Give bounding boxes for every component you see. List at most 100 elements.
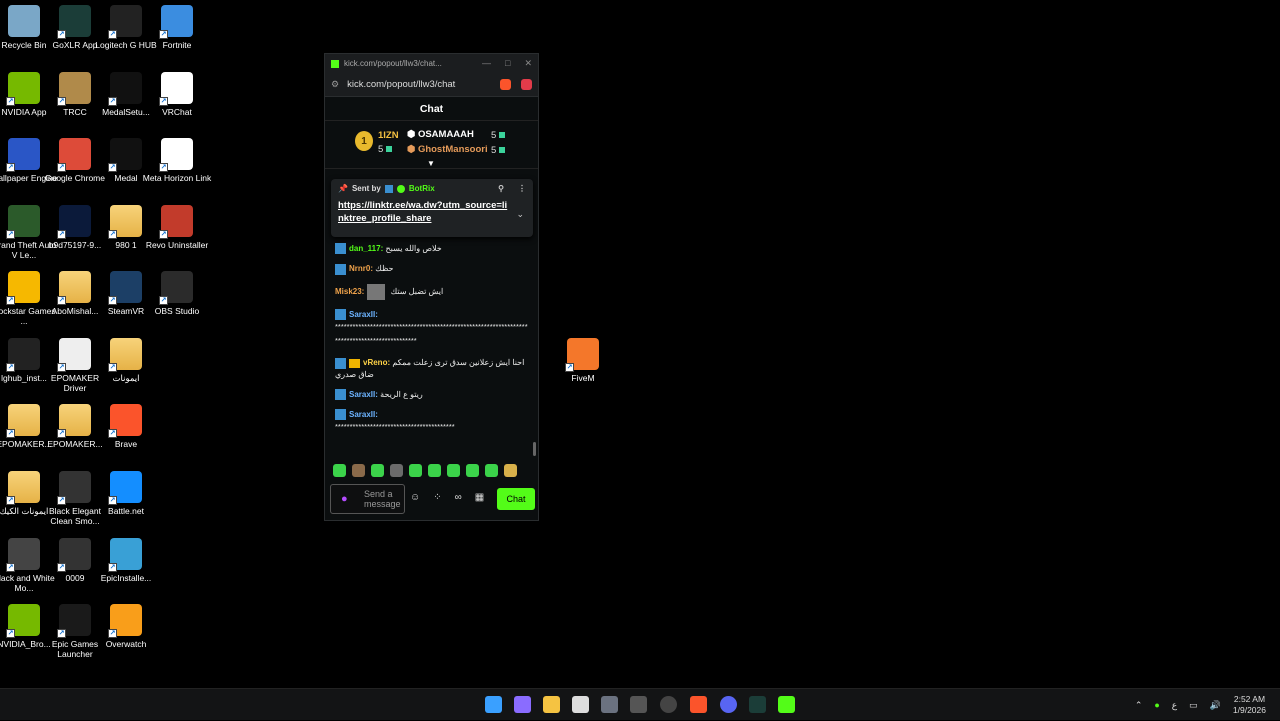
bot-badge-icon bbox=[384, 184, 393, 193]
fivem-icon: ↗ bbox=[565, 338, 599, 372]
emoji-icon[interactable]: ☺ bbox=[410, 492, 420, 503]
emote-bar bbox=[333, 464, 517, 477]
desktop-icon-epomaker-driver[interactable]: ↗ EPOMAKER Driver bbox=[49, 338, 101, 393]
desktop-icon-label: Battle.net bbox=[108, 506, 144, 516]
chat-username[interactable]: SaraxII: bbox=[349, 310, 378, 319]
network-icon[interactable]: ▭ bbox=[1189, 700, 1198, 711]
desktop-icon-fivem[interactable]: ↗ FiveM bbox=[557, 338, 609, 383]
shortcut-arrow-icon: ↗ bbox=[6, 296, 15, 305]
app-icon[interactable] bbox=[660, 696, 677, 713]
nvidia-broadcast-icon: ↗ bbox=[6, 604, 40, 638]
address-bar[interactable]: ⚙ kick.com/popout/llw3/chat bbox=[325, 73, 538, 97]
brave-shield-icon[interactable] bbox=[500, 79, 511, 90]
chat-username[interactable]: Misk23: bbox=[335, 287, 364, 296]
shortcut-arrow-icon: ↗ bbox=[159, 230, 168, 239]
emote-icon[interactable] bbox=[352, 464, 365, 477]
desktop-icon-obs-studio[interactable]: ↗ OBS Studio bbox=[151, 271, 203, 316]
desktop-icon-emotes-folder[interactable]: ↗ ايمونات bbox=[100, 338, 152, 383]
desktop-icon-epic-installer[interactable]: ↗ EpicInstalle... bbox=[100, 538, 152, 583]
desktop-icon-meta-horizon-link[interactable]: ↗ Meta Horizon Link bbox=[143, 138, 211, 183]
bot-username[interactable]: BotRix bbox=[409, 184, 435, 193]
collapse-leaderboard-icon[interactable]: ▼ bbox=[427, 159, 437, 168]
calculator-icon[interactable] bbox=[630, 696, 647, 713]
shortcut-arrow-icon: ↗ bbox=[6, 363, 15, 372]
pinned-link[interactable]: https://linktr.ee/wa.dw?utm_source=linkt… bbox=[338, 199, 508, 225]
emote-icon[interactable] bbox=[504, 464, 517, 477]
desktop-icon-revo-uninstaller[interactable]: ↗ Revo Uninstaller bbox=[146, 205, 208, 250]
clock[interactable]: 2:52 AM 1/9/2026 bbox=[1233, 694, 1266, 716]
abomishal-icon: ↗ bbox=[57, 271, 91, 305]
emote-icon[interactable] bbox=[409, 464, 422, 477]
copilot-icon[interactable] bbox=[514, 696, 531, 713]
goxlr-icon[interactable] bbox=[749, 696, 766, 713]
language-indicator[interactable]: ع bbox=[1172, 700, 1177, 711]
maximize-button[interactable]: □ bbox=[505, 58, 510, 69]
desktop-icon-label: Overwatch bbox=[105, 639, 147, 649]
pin-icon: 📌 bbox=[338, 184, 348, 193]
emote-icon[interactable] bbox=[333, 464, 346, 477]
brave-rewards-icon[interactable] bbox=[521, 79, 532, 90]
start-icon[interactable] bbox=[485, 696, 502, 713]
desktop-icon-brave[interactable]: ↗ Brave bbox=[100, 404, 152, 449]
crown-badge-icon bbox=[349, 358, 360, 368]
chat-text: ****************************************… bbox=[335, 322, 528, 346]
chat-input[interactable]: ● Send a message bbox=[330, 484, 405, 514]
desktop-icon-gta-v[interactable]: ↗Grand Theft Auto V Le... bbox=[0, 205, 56, 260]
emote-icon[interactable] bbox=[466, 464, 479, 477]
emote-icon[interactable] bbox=[447, 464, 460, 477]
window-titlebar[interactable]: kick.com/popout/llw3/chat... — □ ✕ bbox=[325, 54, 538, 73]
volume-icon[interactable]: 🔊 bbox=[1210, 700, 1221, 711]
file-explorer-icon[interactable] bbox=[543, 696, 560, 713]
desktop-icon-epic-games-launcher[interactable]: ↗ Epic Games Launcher bbox=[49, 604, 101, 659]
chat-username[interactable]: Nrnr0: bbox=[349, 264, 373, 273]
close-button[interactable]: ✕ bbox=[524, 58, 532, 69]
emote-icon[interactable] bbox=[428, 464, 441, 477]
user-badge-icon bbox=[335, 263, 346, 275]
store-icon[interactable] bbox=[601, 696, 618, 713]
window-title: kick.com/popout/llw3/chat... bbox=[344, 59, 442, 68]
rank2-name[interactable]: ⬢ OSAMAAAH bbox=[407, 129, 474, 140]
chat-username[interactable]: dan_117: bbox=[349, 244, 383, 253]
chevron-up-icon[interactable]: ⌃ bbox=[1135, 700, 1143, 711]
desktop-icon-black-elegant[interactable]: ↗ Black Elegant Clean Smo... bbox=[49, 471, 101, 526]
desktop-icon-black-white[interactable]: ↗Black and White Mo... bbox=[0, 538, 55, 593]
shortcut-arrow-icon: ↗ bbox=[159, 163, 168, 172]
lghub-installer-icon: ↗ bbox=[6, 338, 40, 372]
emote-icon[interactable] bbox=[485, 464, 498, 477]
emote-icon[interactable] bbox=[390, 464, 403, 477]
site-info-icon[interactable]: ⚙ bbox=[331, 79, 339, 90]
desktop-icon-vrchat[interactable]: ↗ VRChat bbox=[151, 72, 203, 117]
desktop-icon-rockstar-games[interactable]: ↗Rockstar Games ... bbox=[0, 271, 56, 326]
chat-username[interactable]: SaraxII: bbox=[349, 390, 378, 399]
rank3-name[interactable]: ⬢ GhostMansoori bbox=[407, 144, 488, 155]
url-text[interactable]: kick.com/popout/llw3/chat bbox=[347, 79, 455, 90]
kick-icon[interactable] bbox=[778, 696, 795, 713]
discord-icon[interactable] bbox=[720, 696, 737, 713]
rank1-name[interactable]: 1IZN bbox=[378, 130, 399, 141]
chat-username[interactable]: SaraxII: bbox=[349, 410, 378, 419]
desktop-icon-overwatch[interactable]: ↗ Overwatch bbox=[100, 604, 152, 649]
shortcut-arrow-icon: ↗ bbox=[57, 496, 66, 505]
chat-message: Nrnr0: حظك bbox=[335, 263, 530, 275]
microphone-icon[interactable]: ● bbox=[341, 493, 348, 505]
chat-username[interactable]: vReno: bbox=[363, 358, 390, 367]
chevron-down-icon[interactable]: ⌄ bbox=[516, 209, 524, 220]
infinity-icon[interactable]: ∞ bbox=[455, 492, 462, 503]
more-options-icon[interactable]: ⋮ bbox=[518, 184, 526, 193]
emote-icon[interactable] bbox=[371, 464, 384, 477]
notepad-icon[interactable] bbox=[572, 696, 589, 713]
obs-studio-icon: ↗ bbox=[159, 271, 193, 305]
send-chat-button[interactable]: Chat bbox=[497, 488, 535, 510]
shortcut-arrow-icon: ↗ bbox=[108, 30, 117, 39]
chat-scrollbar[interactable] bbox=[533, 442, 536, 456]
brave-icon[interactable] bbox=[690, 696, 707, 713]
unpin-icon[interactable]: ⚲ bbox=[498, 184, 504, 193]
desktop-icon-fortnite[interactable]: ↗ Fortnite bbox=[151, 5, 203, 50]
minimize-button[interactable]: — bbox=[482, 58, 491, 69]
shortcut-arrow-icon: ↗ bbox=[6, 230, 15, 239]
chat-text: ايش تضبل ستك bbox=[390, 286, 444, 296]
store-icon[interactable]: ▦ bbox=[475, 492, 484, 503]
desktop-icon-battle-net[interactable]: ↗ Battle.net bbox=[100, 471, 152, 516]
channel-points-icon[interactable]: ⁘ bbox=[433, 492, 441, 503]
microphone-icon[interactable]: ● bbox=[1154, 700, 1159, 710]
